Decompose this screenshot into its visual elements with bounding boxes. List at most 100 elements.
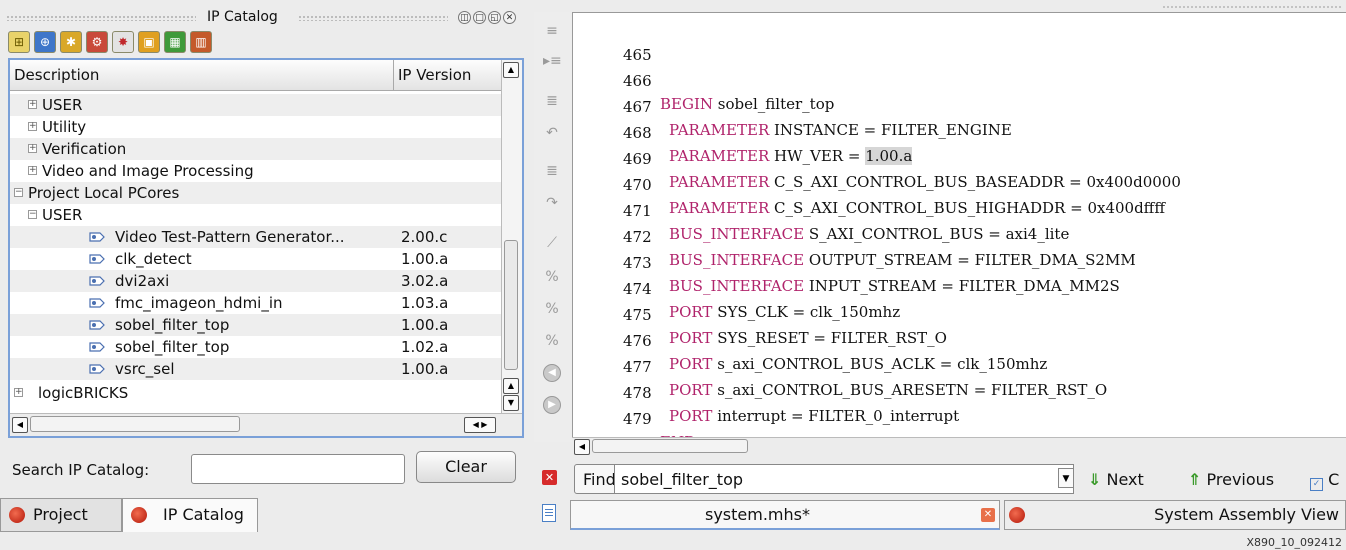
next-icon[interactable]: ▶ [543,396,561,414]
ip-info-icon[interactable]: ✱ [60,31,82,53]
row-version: 1.00.a [401,316,449,334]
tree-row-pcore[interactable]: dvi2axi 3.02.a [10,270,504,292]
ip-catalog-titlebar[interactable]: IP Catalog ◫ □ ◱ ✕ [6,4,526,32]
code-line: 469 PARAMETER C_S_AXI_CONTROL_BUS_BASEAD… [573,125,1181,191]
tree-horizontal-scrollbar[interactable]: ◀ ◀ ▶ [10,413,522,436]
add-ip-icon[interactable]: ⊕ [34,31,56,53]
maximize-icon[interactable]: □ [473,11,486,24]
code-editor[interactable]: 465 466 BEGIN sobel_filter_top 467 PARAM… [572,5,1346,456]
scroll-thumb[interactable] [504,240,518,370]
tree-row-utility[interactable]: + Utility [10,116,504,138]
row-label: fmc_imageon_hdmi_in [115,294,283,312]
tree-row-pcore[interactable]: Video Test-Pattern Generator... 2.00.c [10,226,504,248]
tree-vertical-scrollbar[interactable]: ▲ ▲ ▼ [501,60,522,414]
tree-row-pcore[interactable]: vsrc_sel 1.00.a [10,358,504,380]
expand-all-icon[interactable]: ▸≡ [543,52,562,70]
ip-config-icon[interactable]: ⚙ [86,31,108,53]
tab-system-mhs[interactable]: system.mhs* ✕ [570,500,1000,530]
expand-icon[interactable]: + [28,144,37,153]
search-label: Search IP Catalog: [12,461,150,479]
scroll-thumb[interactable] [30,416,240,432]
stats-icon[interactable]: ▥ [190,31,212,53]
tree-row-logicbricks[interactable]: + logicBRICKS [10,382,504,404]
code-line: 467 PARAMETER INSTANCE = FILTER_ENGINE [573,73,1012,139]
next-bookmark-icon[interactable]: % [543,300,561,318]
scroll-left-icon[interactable]: ◀ [574,439,590,455]
pcore-icon [89,298,105,308]
scroll-left-right-icon[interactable]: ◀ ▶ [464,417,496,433]
code-line: 476 PORT s_axi_CONTROL_BUS_ACLK = clk_15… [573,307,1047,373]
expand-icon[interactable]: + [14,388,23,397]
find-bar: ✕ Find: ▼ sobel_filter_top ▼ ⇓ Next ⇑ Pr… [534,460,1346,496]
scroll-down-icon[interactable]: ▼ [503,395,519,411]
float-icon[interactable]: ◫ [458,11,471,24]
clear-bookmarks-icon[interactable]: % [543,332,561,350]
lock-icon[interactable]: ▣ [138,31,160,53]
find-history-dropdown[interactable]: ▼ [1058,468,1074,488]
keyword: BUS_INTERFACE [669,251,805,269]
find-previous-button[interactable]: ⇑ Previous [1188,470,1274,489]
align-icon[interactable]: ≣ [543,162,561,180]
tree-row-local-user[interactable]: − USER [10,204,504,226]
tree-row-verification[interactable]: + Verification [10,138,504,160]
indent-icon[interactable]: ≣ [543,92,561,110]
row-label: vsrc_sel [115,360,175,378]
tab-ip-catalog[interactable]: IP Catalog [122,498,258,532]
tree-row-project-local-pcores[interactable]: − Project Local PCores [10,182,504,204]
restore-icon[interactable]: ◱ [488,11,501,24]
editor-horizontal-scrollbar[interactable]: ◀ [572,437,1346,455]
clear-button[interactable]: Clear [416,451,516,483]
editor-tabs: system.mhs* ✕ System Assembly View [534,500,1346,530]
scroll-up-icon[interactable]: ▲ [503,378,519,394]
keyword: PORT [669,381,713,399]
tree-row-pcore[interactable]: fmc_imageon_hdmi_in 1.03.a [10,292,504,314]
code-text: SYS_CLK = clk_150mhz [712,303,901,321]
expand-icon[interactable]: + [28,166,37,175]
tab-project[interactable]: Project [0,498,122,532]
tree-row-video-image-processing[interactable]: + Video and Image Processing [10,160,504,182]
undo-icon[interactable]: ↶ [543,124,561,142]
close-find-icon[interactable]: ✕ [542,470,557,485]
tab-system-assembly-view[interactable]: System Assembly View [1004,500,1346,530]
previous-icon[interactable]: ◀ [543,364,561,382]
code-line: 465 [573,21,652,64]
collapse-icon[interactable]: − [14,188,23,197]
match-case-checkbox[interactable]: ✓ C [1310,470,1339,491]
code-line: 480 [573,413,652,456]
ip-catalog-title: IP Catalog [207,9,278,25]
close-icon[interactable]: ✕ [503,11,516,24]
column-separator[interactable] [393,60,394,90]
code-line: 473 BUS_INTERFACE INPUT_STREAM = FILTER_… [573,229,1120,295]
tab-project-label: Project [33,505,88,524]
arrow-down-icon: ⇓ [1088,470,1102,489]
chip-icon[interactable]: ▦ [164,31,186,53]
tree-row-user[interactable]: + USER [10,94,504,116]
expand-icon[interactable]: + [28,100,37,109]
expand-icon[interactable]: + [28,122,37,131]
column-ip-version[interactable]: IP Version [398,66,471,84]
find-next-button[interactable]: ⇓ Next [1088,470,1144,489]
close-tab-icon[interactable]: ✕ [981,508,995,522]
scroll-up-icon[interactable]: ▲ [503,62,519,78]
code-line: 471 BUS_INTERFACE S_AXI_CONTROL_BUS = ax… [573,177,1069,243]
tree-row-pcore[interactable]: sobel_filter_top 1.02.a [10,336,504,358]
code-line: 470 PARAMETER C_S_AXI_CONTROL_BUS_HIGHAD… [573,151,1165,217]
scroll-left-icon[interactable]: ◀ [12,417,28,433]
row-label: logicBRICKS [38,384,129,402]
column-description[interactable]: Description [14,66,99,84]
keyword: PORT [669,407,713,425]
scroll-thumb[interactable] [592,439,748,453]
code-text: s_axi_CONTROL_BUS_ACLK = clk_150mhz [712,355,1048,373]
redo-icon[interactable]: ↷ [543,194,561,212]
ip-license-icon[interactable]: ✸ [112,31,134,53]
tree-row-pcore[interactable]: clk_detect 1.00.a [10,248,504,270]
collapse-icon[interactable]: − [28,210,37,219]
search-input[interactable] [191,454,405,484]
bookmark-icon[interactable]: ⟋ [543,234,561,252]
keyword: PORT [669,355,713,373]
find-input[interactable]: sobel_filter_top [614,464,1074,494]
collapse-all-icon[interactable]: ≡ [543,22,561,40]
toggle-bookmark-icon[interactable]: % [543,268,561,286]
tree-row-pcore[interactable]: sobel_filter_top 1.00.a [10,314,504,336]
tree-view-icon[interactable]: ⊞ [8,31,30,53]
